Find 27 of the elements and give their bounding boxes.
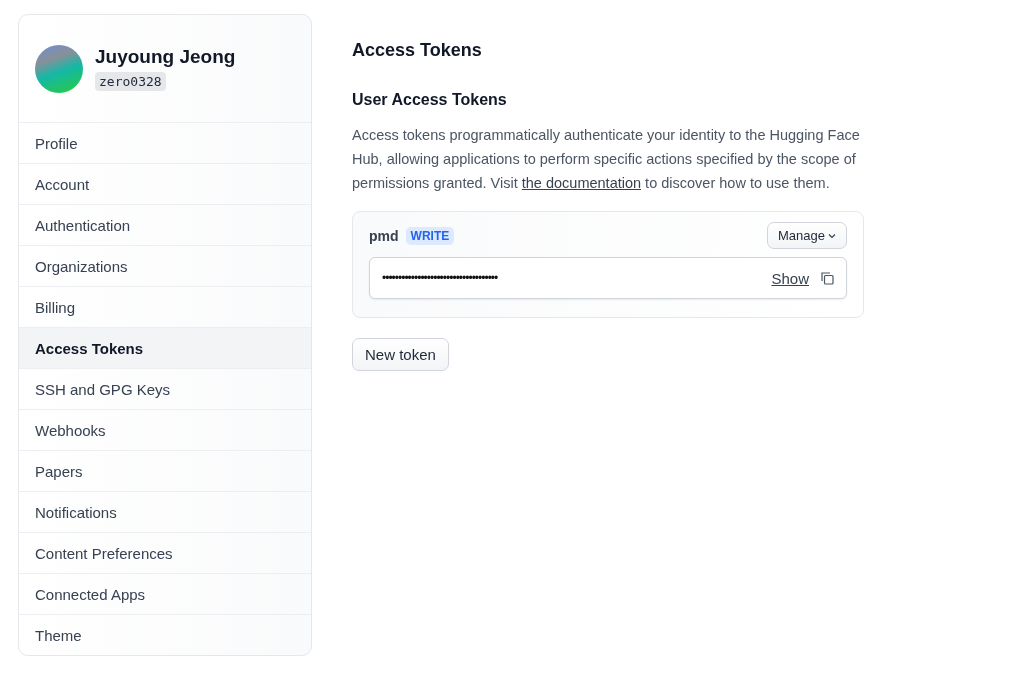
sidebar-item[interactable]: Authentication — [19, 205, 311, 246]
sidebar-item[interactable]: Profile — [19, 123, 311, 164]
sidebar-item[interactable]: Organizations — [19, 246, 311, 287]
section-title: User Access Tokens — [352, 91, 508, 109]
new-token-button[interactable]: New token — [352, 338, 449, 371]
username-tag: zero0328 — [95, 72, 166, 91]
chevron-down-icon — [828, 232, 836, 239]
manage-button[interactable]: Manage — [767, 222, 847, 249]
sidebar-item[interactable]: Webhooks — [19, 410, 311, 451]
user-name: Juyoung Jeong — [95, 46, 236, 68]
show-link[interactable]: Show — [771, 269, 809, 287]
avatar-circle — [35, 44, 83, 93]
token-name: pmd — [369, 227, 399, 244]
sidebar-item[interactable]: Theme — [19, 615, 311, 655]
sidebar-item[interactable]: Connected Apps — [19, 574, 311, 615]
sidebar-item[interactable]: Papers — [19, 451, 311, 492]
sidebar-item[interactable]: Content Preferences — [19, 533, 311, 574]
sidebar-item[interactable]: Access Tokens — [19, 328, 311, 369]
documentation-link[interactable]: the documentation — [521, 175, 642, 191]
sidebar-item[interactable]: SSH and GPG Keys — [19, 369, 311, 410]
page-title: Access Tokens — [352, 40, 483, 61]
description-text: Access tokens programmatically authenticate your identity to the Hugging Face Hub, allowing applications to perform specific actions specified by the scope of permissions granted. Visit the documentation to discover how to use them. — [352, 126, 861, 193]
sidebar-item[interactable]: Account — [19, 164, 311, 205]
token-field[interactable]: •••••••••••••••••••••••••••••••••••• Show — [369, 257, 847, 299]
copy-icon[interactable] — [821, 271, 834, 285]
role-badge: WRITE — [405, 226, 455, 245]
sidebar-item[interactable]: Notifications — [19, 492, 311, 533]
